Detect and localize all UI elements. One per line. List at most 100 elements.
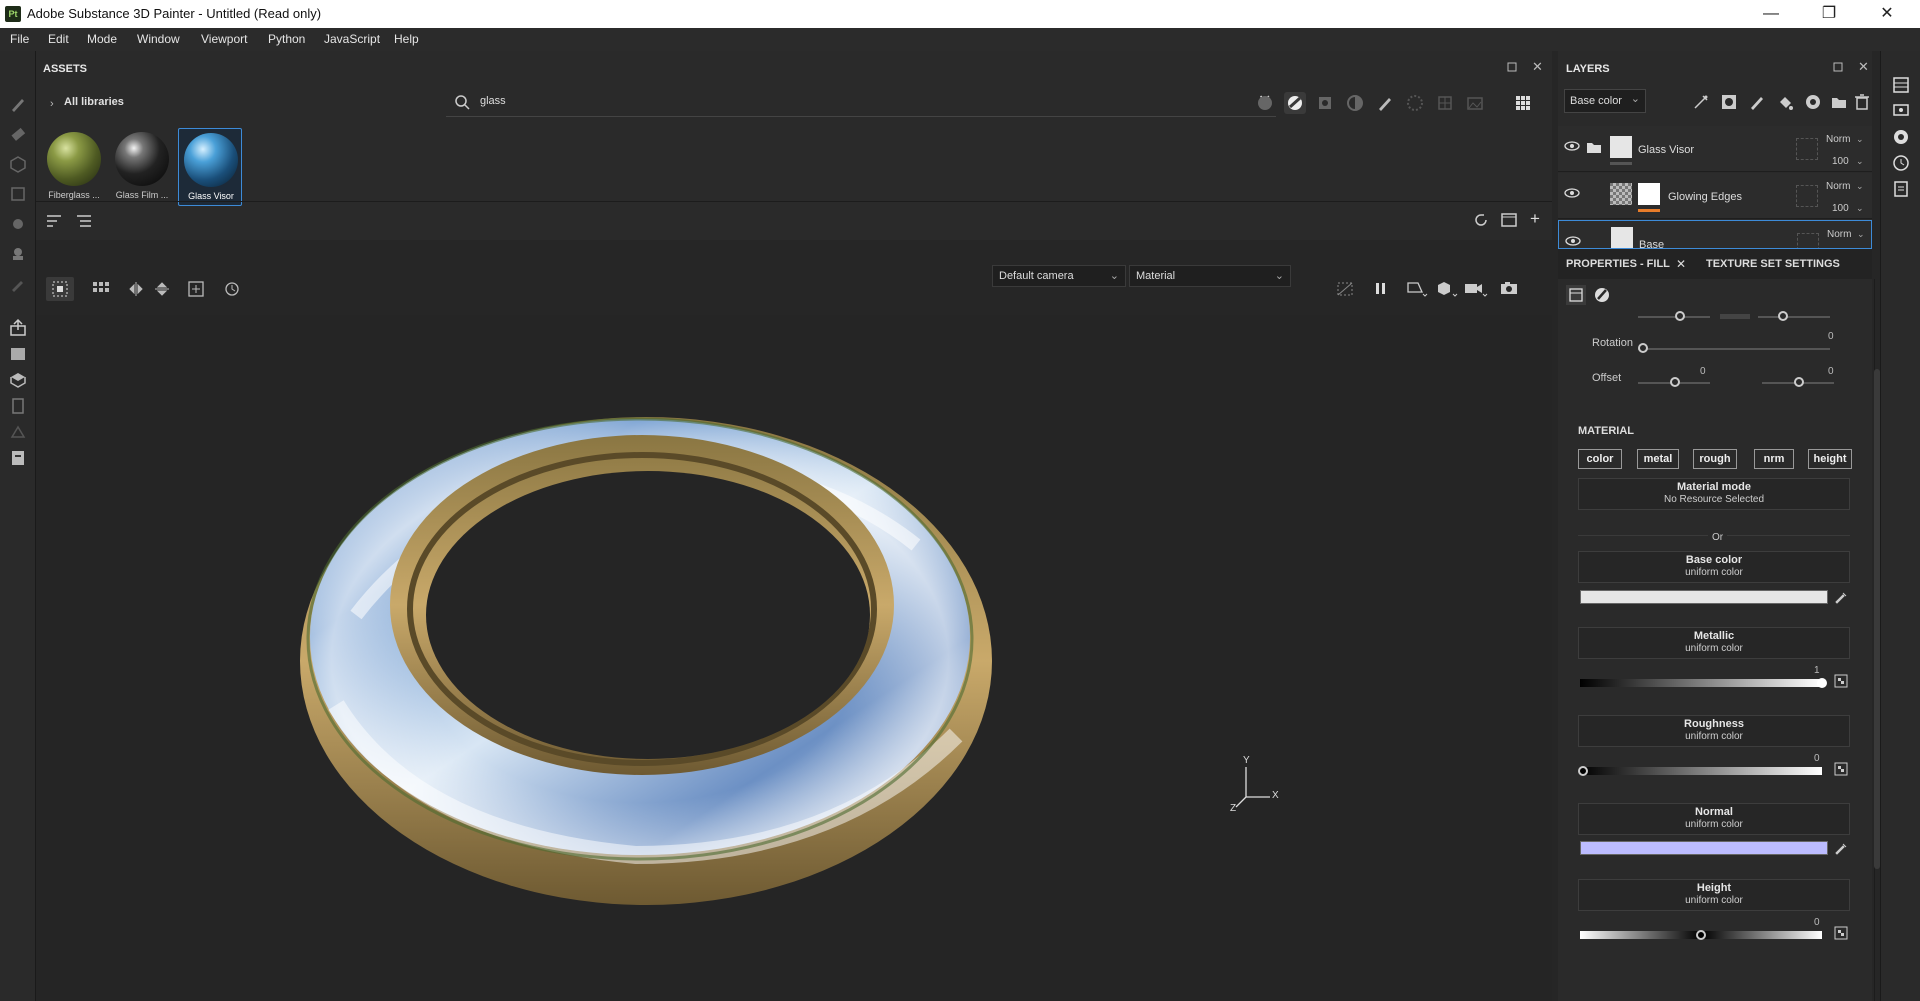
- layer-mask-slot[interactable]: [1797, 233, 1819, 248]
- display-mode-dropdown[interactable]: Material ⌄: [1129, 265, 1291, 287]
- history-icon[interactable]: [7, 421, 29, 443]
- view-mode-icon[interactable]: [1406, 280, 1428, 301]
- library-breadcrumb[interactable]: › All libraries: [50, 96, 124, 110]
- camera-dropdown[interactable]: Default camera ⌄: [992, 265, 1126, 287]
- screenshot-camera-icon[interactable]: [1500, 280, 1518, 299]
- roughness-slider-track[interactable]: [1580, 767, 1822, 775]
- filter-masks-icon[interactable]: [1314, 92, 1336, 114]
- geometry-mask-icon[interactable]: [7, 183, 29, 205]
- asset-thumbnail[interactable]: Fiberglass ...: [42, 128, 106, 206]
- layer-row[interactable]: Glass Visor Norm ⌄ 100 ⌄: [1558, 126, 1872, 172]
- menu-viewport[interactable]: Viewport: [201, 32, 247, 46]
- paint-brush-icon[interactable]: [7, 93, 29, 115]
- menu-window[interactable]: Window: [137, 32, 180, 46]
- asset-search-field[interactable]: ✕: [446, 89, 1276, 117]
- refresh-icon[interactable]: [1472, 211, 1490, 232]
- blend-mode-dropdown[interactable]: Norm: [1826, 181, 1850, 192]
- hide-overlay-icon[interactable]: [1336, 281, 1354, 300]
- pause-icon[interactable]: [1374, 281, 1388, 300]
- display-settings-icon[interactable]: [7, 369, 29, 391]
- height-slider-knob[interactable]: [1696, 930, 1706, 940]
- smudge-icon[interactable]: [7, 213, 29, 235]
- filter-generators-icon[interactable]: [1344, 92, 1366, 114]
- filter-textures-icon[interactable]: [1434, 92, 1456, 114]
- rotation-slider-knob[interactable]: [1638, 343, 1648, 353]
- float-panel-icon[interactable]: [1506, 61, 1518, 76]
- camera-video-icon[interactable]: [1464, 280, 1488, 301]
- eye-icon[interactable]: [1565, 235, 1581, 247]
- sort-icon[interactable]: [46, 214, 62, 231]
- channel-chip-height[interactable]: height: [1808, 449, 1852, 469]
- roughness-slot[interactable]: Roughness uniform color: [1578, 715, 1850, 747]
- base-color-slot[interactable]: Base color uniform color: [1578, 551, 1850, 583]
- material-mode-slot[interactable]: Material mode No Resource Selected: [1578, 478, 1850, 510]
- selection-mode-button[interactable]: [46, 277, 74, 301]
- layer-mask-slot[interactable]: [1796, 138, 1818, 160]
- grid-view-icon[interactable]: [1512, 92, 1534, 114]
- tab-properties-fill[interactable]: PROPERTIES - FILL: [1566, 258, 1670, 270]
- add-mask-icon[interactable]: [1720, 93, 1738, 114]
- shader-ball-icon[interactable]: [1891, 127, 1911, 147]
- list-options-icon[interactable]: [76, 214, 92, 231]
- metallic-slider-track[interactable]: [1580, 679, 1822, 687]
- history-clock-icon[interactable]: [1891, 153, 1911, 173]
- layer-row-selected[interactable]: Base Norm ⌄: [1558, 220, 1872, 249]
- scale-slider-track[interactable]: [1758, 316, 1830, 318]
- normal-color-swatch[interactable]: [1580, 841, 1828, 855]
- blend-mode-dropdown[interactable]: Norm: [1826, 134, 1850, 145]
- channel-chip-nrm[interactable]: nrm: [1754, 449, 1794, 469]
- layer-row[interactable]: Glowing Edges Norm ⌄ 100 ⌄: [1558, 173, 1872, 219]
- asset-thumbnail[interactable]: Glass Film ...: [110, 128, 174, 206]
- eyedropper-icon[interactable]: [1834, 590, 1848, 604]
- channel-chip-metal[interactable]: metal: [1637, 449, 1679, 469]
- add-icon[interactable]: +: [1530, 209, 1540, 229]
- layer-opacity[interactable]: 100: [1832, 156, 1849, 167]
- layer-mask-slot[interactable]: [1796, 185, 1818, 207]
- eraser-icon[interactable]: [7, 123, 29, 145]
- checker-texture-icon[interactable]: [1834, 674, 1848, 688]
- offset-y-slider-knob[interactable]: [1794, 377, 1804, 387]
- log-icon[interactable]: [7, 447, 29, 469]
- fill-properties-icon[interactable]: [1566, 285, 1586, 305]
- channel-chip-rough[interactable]: rough: [1693, 449, 1737, 469]
- close-button[interactable]: ✕: [1864, 0, 1910, 28]
- blend-mode-dropdown[interactable]: Norm: [1827, 229, 1851, 240]
- close-panel-icon[interactable]: ✕: [1532, 59, 1543, 75]
- normal-slot[interactable]: Normal uniform color: [1578, 803, 1850, 835]
- checker-texture-icon[interactable]: [1834, 926, 1848, 940]
- offset-x-slider-knob[interactable]: [1670, 377, 1680, 387]
- texture-set-list-icon[interactable]: [7, 343, 29, 365]
- shader-settings-icon[interactable]: [7, 395, 29, 417]
- projection-icon[interactable]: [7, 153, 29, 175]
- rotation-slider-track[interactable]: [1638, 348, 1830, 350]
- scale-slider-knob[interactable]: [1778, 311, 1788, 321]
- roughness-slider-knob[interactable]: [1578, 766, 1588, 776]
- maximize-button[interactable]: ❐: [1806, 0, 1852, 28]
- scale-lock[interactable]: [1720, 314, 1750, 319]
- channel-dropdown[interactable]: Base color ⌄: [1564, 89, 1646, 113]
- menu-python[interactable]: Python: [268, 32, 305, 46]
- asset-search-input[interactable]: [480, 95, 1080, 107]
- layer-opacity[interactable]: 100: [1832, 203, 1849, 214]
- add-effect-icon[interactable]: [1692, 93, 1710, 114]
- metallic-slider-knob[interactable]: [1817, 678, 1827, 688]
- eye-icon[interactable]: [1564, 187, 1580, 199]
- add-paint-layer-icon[interactable]: [1748, 93, 1766, 114]
- add-fill-layer-icon[interactable]: [1776, 93, 1794, 114]
- menu-javascript[interactable]: JavaScript: [324, 32, 380, 46]
- close-panel-icon[interactable]: ✕: [1858, 59, 1869, 75]
- eyedropper-icon[interactable]: [1834, 841, 1848, 855]
- clone-stamp-icon[interactable]: [7, 243, 29, 265]
- uv-tiles-icon[interactable]: [92, 281, 110, 300]
- color-picker-icon[interactable]: [7, 273, 29, 295]
- close-tab-icon[interactable]: ✕: [1676, 257, 1686, 271]
- menu-file[interactable]: File: [10, 32, 29, 46]
- menu-edit[interactable]: Edit: [48, 32, 69, 46]
- height-slot[interactable]: Height uniform color: [1578, 879, 1850, 911]
- float-panel-icon[interactable]: [1832, 61, 1844, 76]
- asset-thumbnail-selected[interactable]: Glass Visor: [178, 128, 242, 206]
- filter-environments-icon[interactable]: [1464, 92, 1486, 114]
- scale-slider-knob[interactable]: [1675, 311, 1685, 321]
- base-color-swatch[interactable]: [1580, 590, 1828, 604]
- filter-materials-icon[interactable]: [1254, 92, 1276, 114]
